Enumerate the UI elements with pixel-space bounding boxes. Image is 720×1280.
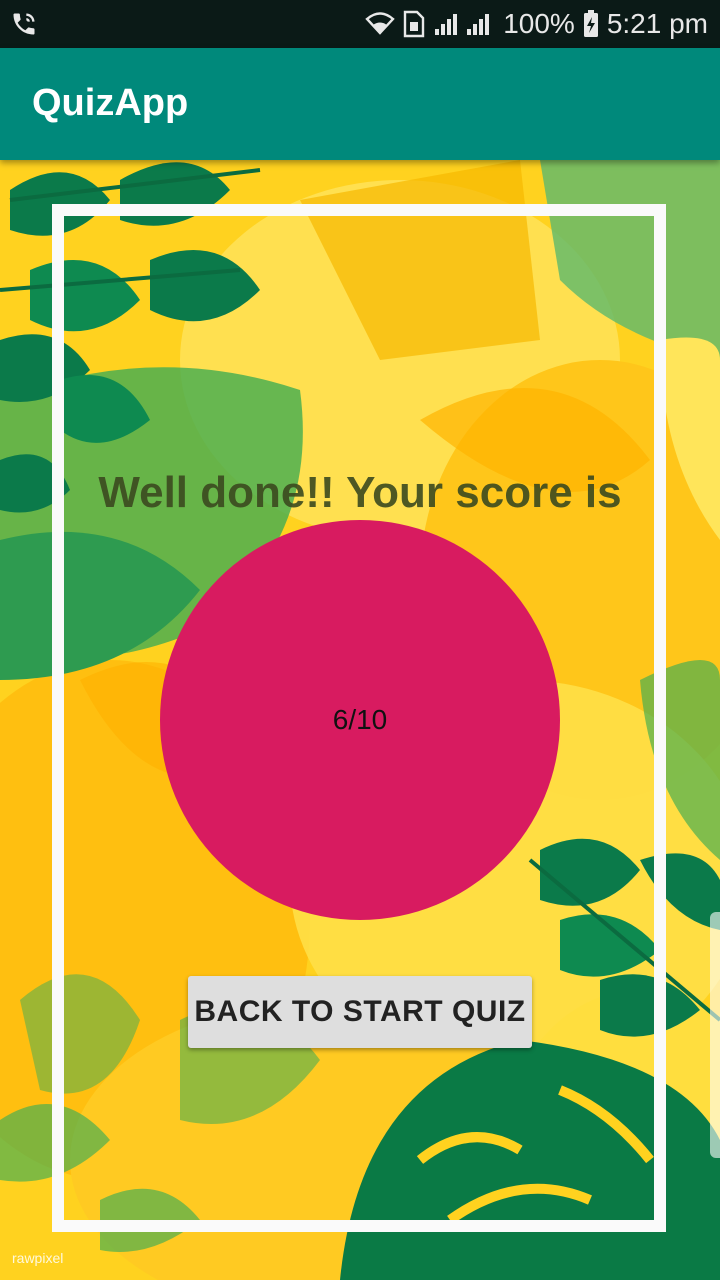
wifi-icon bbox=[365, 11, 395, 37]
signal-icon bbox=[433, 11, 495, 37]
battery-percent: 100% bbox=[503, 8, 575, 39]
score-circle: 6/10 bbox=[160, 520, 560, 920]
status-bar: 100% 5:21 pm bbox=[0, 0, 720, 48]
phone-call-icon bbox=[10, 10, 38, 38]
score-value: 6/10 bbox=[332, 704, 388, 735]
app-bar: QuizApp bbox=[0, 48, 720, 160]
watermark-text: rawpixel bbox=[12, 1250, 64, 1266]
result-headline: Well done!! Your score is bbox=[98, 468, 622, 517]
battery-icon bbox=[583, 10, 599, 38]
clock: 5:21 pm bbox=[606, 8, 708, 39]
sim-icon bbox=[403, 10, 425, 38]
scroll-edge-indicator bbox=[710, 912, 720, 1158]
back-to-start-quiz-button[interactable]: BACK TO START QUIZ bbox=[188, 976, 532, 1048]
app-title: QuizApp bbox=[32, 82, 189, 124]
